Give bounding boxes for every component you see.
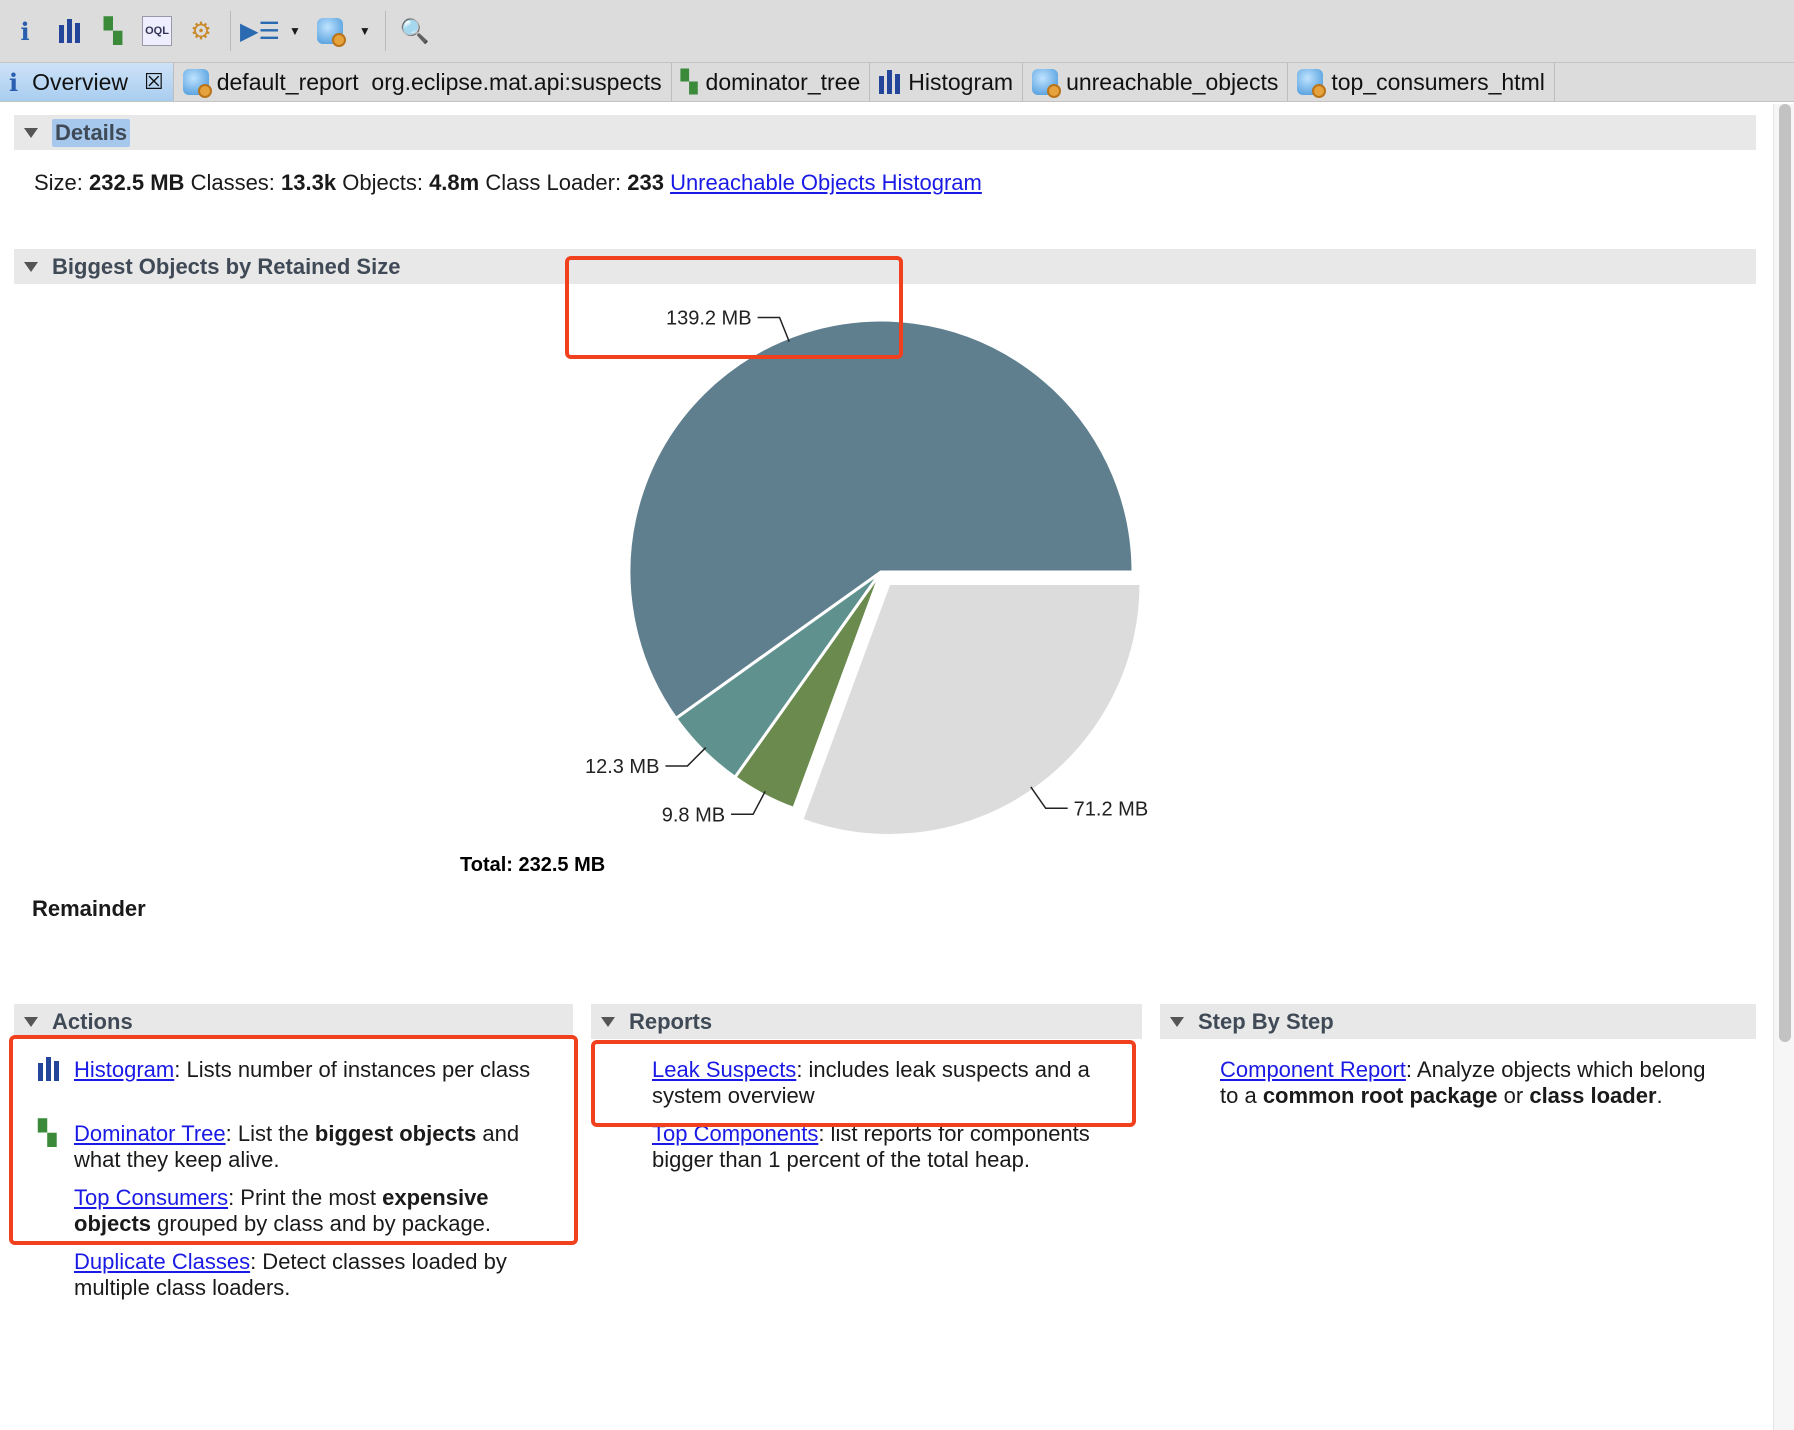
tab-histogram[interactable]: Histogram bbox=[870, 63, 1024, 101]
histogram-icon bbox=[879, 70, 901, 94]
chevron-down-icon[interactable]: ▼ bbox=[359, 24, 371, 38]
toolbar-separator bbox=[384, 11, 386, 51]
label: Size: bbox=[34, 170, 83, 195]
description: . bbox=[1656, 1083, 1663, 1108]
slice-label: 12.3 MB bbox=[585, 756, 659, 778]
scrollbar-thumb[interactable] bbox=[1779, 104, 1791, 1042]
leader-line bbox=[665, 747, 707, 767]
details-section-header[interactable]: Details bbox=[14, 115, 1756, 150]
label: Classes: bbox=[190, 170, 275, 195]
search-icon[interactable]: 🔍 bbox=[400, 16, 430, 46]
histogram-icon[interactable] bbox=[54, 16, 84, 46]
slice-label: 71.2 MB bbox=[1074, 798, 1148, 820]
collapse-triangle-icon[interactable] bbox=[24, 127, 38, 138]
objects-value: 4.8m bbox=[429, 170, 480, 195]
slice-label: 9.8 MB bbox=[662, 804, 725, 826]
tab-label: unreachable_objects bbox=[1066, 68, 1279, 95]
tab-label: default_report org.eclipse.mat.api:suspe… bbox=[216, 68, 662, 95]
label: Class Loader: bbox=[485, 170, 622, 195]
leader-line bbox=[1030, 786, 1068, 810]
collapse-triangle-icon[interactable] bbox=[24, 1016, 38, 1027]
vertical-scrollbar[interactable] bbox=[1773, 104, 1794, 1430]
dominator-tree-icon[interactable]: ▚ bbox=[98, 16, 128, 46]
gear-icon[interactable]: ⚙ bbox=[186, 16, 216, 46]
tab-default-report[interactable]: default_report org.eclipse.mat.api:suspe… bbox=[174, 63, 672, 101]
tab-label: top_consumers_html bbox=[1331, 68, 1545, 95]
oql-icon[interactable]: OQL bbox=[142, 16, 172, 46]
section-title: Actions bbox=[52, 1008, 133, 1034]
report-icon[interactable] bbox=[315, 16, 346, 47]
collapse-triangle-icon[interactable] bbox=[1170, 1016, 1184, 1027]
highlight-box bbox=[565, 256, 903, 359]
details-summary: Size: 232.5 MB Classes: 13.3k Objects: 4… bbox=[34, 170, 982, 196]
description: or bbox=[1497, 1083, 1530, 1108]
info-icon: i bbox=[9, 67, 19, 97]
description-bold: common root package bbox=[1262, 1083, 1498, 1108]
tab-label: dominator_tree bbox=[705, 68, 861, 95]
total-label: Total: 232.5 MB bbox=[460, 854, 605, 876]
query-browser-icon[interactable]: ▶☰ bbox=[240, 16, 280, 46]
highlight-box bbox=[591, 1040, 1136, 1127]
step-component-report: Component Report: Analyze objects which … bbox=[1220, 1057, 1710, 1109]
section-title: Biggest Objects by Retained Size bbox=[52, 253, 401, 279]
highlight-box bbox=[9, 1035, 578, 1245]
chevron-down-icon[interactable]: ▼ bbox=[289, 24, 301, 38]
pie-chart: 139.2 MB12.3 MB9.8 MB 71.2 MB Total: 232.… bbox=[460, 307, 1148, 876]
tab-overview[interactable]: i Overview ☒ bbox=[0, 63, 174, 101]
info-icon[interactable]: i bbox=[10, 16, 40, 46]
tab-label: Histogram bbox=[908, 68, 1014, 95]
report-top-components: Top Components: list reports for compone… bbox=[652, 1121, 1122, 1173]
dominator-tree-icon: ▚ bbox=[680, 69, 698, 94]
tab-dominator-tree[interactable]: ▚ dominator_tree bbox=[672, 63, 871, 101]
class-loader-value: 233 bbox=[627, 170, 664, 195]
unreachable-objects-histogram-link[interactable]: Unreachable Objects Histogram bbox=[670, 170, 982, 195]
step-by-step-section-header[interactable]: Step By Step bbox=[1160, 1004, 1756, 1039]
editor-tabs: i Overview ☒ default_report org.eclipse.… bbox=[0, 62, 1794, 102]
report-icon bbox=[1032, 69, 1062, 98]
report-icon bbox=[1297, 69, 1327, 98]
tab-top-consumers[interactable]: top_consumers_html bbox=[1288, 63, 1555, 101]
label: Objects: bbox=[342, 170, 423, 195]
component-report-link[interactable]: Component Report bbox=[1220, 1057, 1406, 1082]
tab-label: Overview bbox=[32, 68, 128, 95]
section-title: Reports bbox=[629, 1008, 713, 1034]
remainder-label: Remainder bbox=[32, 896, 146, 921]
collapse-triangle-icon[interactable] bbox=[601, 1016, 615, 1027]
collapse-triangle-icon[interactable] bbox=[24, 261, 38, 272]
section-title: Details bbox=[52, 118, 131, 147]
size-value: 232.5 MB bbox=[89, 170, 185, 195]
section-title: Step By Step bbox=[1198, 1008, 1334, 1034]
close-icon[interactable]: ☒ bbox=[144, 69, 164, 95]
toolbar: i ▚ OQL ⚙ ▶☰ ▼ ▼ 🔍 bbox=[0, 0, 1794, 62]
actions-section-header[interactable]: Actions bbox=[14, 1004, 573, 1039]
classes-value: 13.3k bbox=[281, 170, 337, 195]
description-bold: class loader bbox=[1529, 1083, 1657, 1108]
tab-unreachable-objects[interactable]: unreachable_objects bbox=[1023, 63, 1289, 101]
action-duplicate-classes: Duplicate Classes: Detect classes loaded… bbox=[74, 1249, 554, 1301]
reports-section-header[interactable]: Reports bbox=[591, 1004, 1142, 1039]
report-icon bbox=[182, 69, 212, 98]
duplicate-classes-link[interactable]: Duplicate Classes bbox=[74, 1249, 250, 1274]
toolbar-separator bbox=[230, 11, 231, 51]
